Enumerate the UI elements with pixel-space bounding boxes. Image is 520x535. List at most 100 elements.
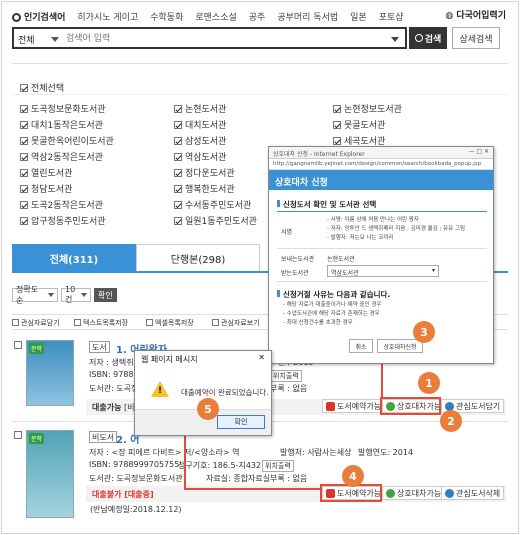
book-info-line: - 발행자: 저는요 나는 코끼리 [327,235,394,241]
advanced-search-button[interactable]: 상세검색 [452,27,500,49]
reserve-book-button[interactable]: 도서예약가능 [322,399,386,413]
receive-library-select[interactable]: 역삼도서관 ▾ [327,265,439,277]
divider [277,281,487,282]
popular-label: 인기검색어 [12,10,65,23]
step-marker: 4 [342,465,364,487]
reason-line: - 해당 자료가 대출중이거나 예약 중인 경우 [283,302,382,308]
book-library: 도서관: 도곡정 [89,384,139,393]
book-cover[interactable]: 문학 [26,430,74,518]
tab-books[interactable]: 단행본(298) [136,244,260,272]
status-text: 대출불가 [대출중] [92,490,154,499]
genre-badge: 문학 [29,433,45,444]
tab-all[interactable]: 전체(311) [12,244,136,272]
library-checkbox[interactable]: 못골한옥어린이도서관 [20,134,114,147]
add-favorite-button[interactable]: 관심자료담기 [12,317,60,328]
library-checkbox[interactable]: 열린도서관 [20,166,72,179]
library-checkbox[interactable]: 압구정동주민도서관 [20,214,106,227]
location-print-button[interactable]: 위치출력 [262,460,294,472]
popular-item[interactable]: 히가시노 게이고 [77,10,138,23]
search-button[interactable]: 검색 [409,27,447,49]
library-checkbox[interactable]: 대치도서관 [174,118,226,131]
document-icon [74,319,81,326]
search-input[interactable] [66,31,386,46]
status-text: 대출가능 [92,403,122,412]
count-select[interactable]: 10건 [61,285,91,304]
library-checkbox[interactable]: 논현정보도서관 [333,102,402,115]
step-marker: 2 [440,410,462,432]
popup-section-title: 신청거절 사유는 다음과 같습니다. [277,289,390,300]
book-room: 자료실: 종합자료실 [206,474,271,483]
connector-line [184,488,321,490]
return-date: (반납예정일:2018.12.12) [90,505,182,514]
interlibrary-popup-window: 상호대차 신청 - Internet Explorer — □ ✕ http:/… [268,146,494,364]
send-library-value: 논현도서관 [327,256,355,263]
apply-button[interactable]: 확인 [94,288,117,302]
library-checkbox[interactable]: 행복한도서관 [174,182,235,195]
dialog-titlebar: 웹 페이지 메시지 ✕ [135,351,271,367]
connector-line [184,434,186,490]
popular-item[interactable]: 포토샵 [379,10,404,23]
library-checkbox[interactable]: 도곡2동작은도서관 [20,198,103,211]
library-checkbox[interactable]: 대치1동작은도서관 [20,118,103,131]
step-marker: 1 [418,372,440,394]
select-all-checkbox[interactable]: 전체선택 [20,81,64,94]
language-input-button[interactable]: ◍ 다국어입력기 [445,8,506,21]
search-bar: 전체 [12,27,407,49]
dialog-title: 웹 페이지 메시지 [141,355,198,364]
result-checkbox[interactable] [14,341,22,349]
library-checkbox[interactable]: 청담도서관 [20,182,72,195]
highlight-box [380,397,441,415]
library-checkbox[interactable]: 수서동주민도서관 [174,198,251,211]
send-library-label: 보내는도서관 [281,256,315,263]
library-checkbox[interactable]: 정다운도서관 [174,166,235,179]
checkbox-icon [20,83,28,92]
popup-book-info: - 서명: 아름 상에 처음 만나는 어린 왕자 - 저자: 앙투안 드 생텍쥐… [327,216,465,243]
popup-url-bar[interactable]: http://gangnamlib.yejinet.com/design/com… [269,159,493,170]
popular-item[interactable]: 공주 [249,10,266,23]
view-favorites-button[interactable]: 관심자료보기 [212,317,260,328]
popup-header: 상호대차 신청 [269,170,493,190]
library-checkbox[interactable]: 도곡정보문화도서관 [20,102,106,115]
result-checkbox[interactable] [14,431,22,439]
save-excel-button[interactable]: 엑셀목록저장 [146,317,194,328]
library-checkbox[interactable]: 역삼도서관 [174,150,226,163]
location-print-button[interactable]: 위치출력 [270,370,302,382]
remove-favorite-book-button[interactable]: 관심도서삭제 [441,486,505,500]
popular-item[interactable]: 로맨스소설 [195,10,236,23]
divider [12,94,508,95]
chevron-down-icon[interactable] [391,37,399,42]
book-icon [326,401,335,411]
book-call-number: 청구기호: 186.5-지432 [178,461,262,470]
material-type-badge: 도서 [89,341,110,353]
library-checkbox[interactable]: 역삼2동작은도서관 [20,150,103,163]
popular-item[interactable]: 일본 [350,10,367,23]
search-scope-select[interactable]: 전체 [18,33,35,46]
receive-library-label: 받는도서관 [281,270,309,277]
library-checkbox[interactable]: 논현도서관 [174,102,226,115]
popular-item[interactable]: 공부머리 독서법 [277,10,338,23]
genre-badge: 문학 [29,343,45,354]
book-cover[interactable]: 문학 [26,340,74,406]
popup-submit-button[interactable]: 상호대차신청 [377,339,423,353]
dialog-ok-button[interactable]: 확인 [217,415,265,429]
step-marker: 3 [413,321,435,343]
popular-item[interactable]: 수학동화 [150,10,183,23]
popup-cancel-button[interactable]: 취소 [349,339,373,353]
divider [277,211,487,212]
book-label: 서명 [281,229,293,236]
close-icon [445,488,454,498]
save-text-button[interactable]: 텍스트목록저장 [74,317,128,328]
close-icon[interactable]: ✕ [258,353,265,362]
chevron-down-icon [81,293,88,297]
globe-icon: ◍ [445,11,457,21]
library-checkbox[interactable]: 삼성도서관 [174,134,226,147]
rejection-reasons: - 해당 자료가 대출중이거나 예약 중인 경우 - 수업도서관에 해당 자료가… [283,301,382,328]
divider [12,63,508,64]
interlibrary-loan-button[interactable]: 상호대차가능 [382,486,446,500]
window-controls-icon[interactable]: — □ ✕ [468,148,489,155]
library-checkbox[interactable]: 일원1동주민도서관 [174,214,257,227]
sort-select[interactable]: 정확도순 [12,285,58,305]
book-publisher: 발행처: 사람사는세상 [280,448,352,457]
excel-icon [146,319,153,326]
library-checkbox[interactable]: 못골도서관 [333,118,385,131]
